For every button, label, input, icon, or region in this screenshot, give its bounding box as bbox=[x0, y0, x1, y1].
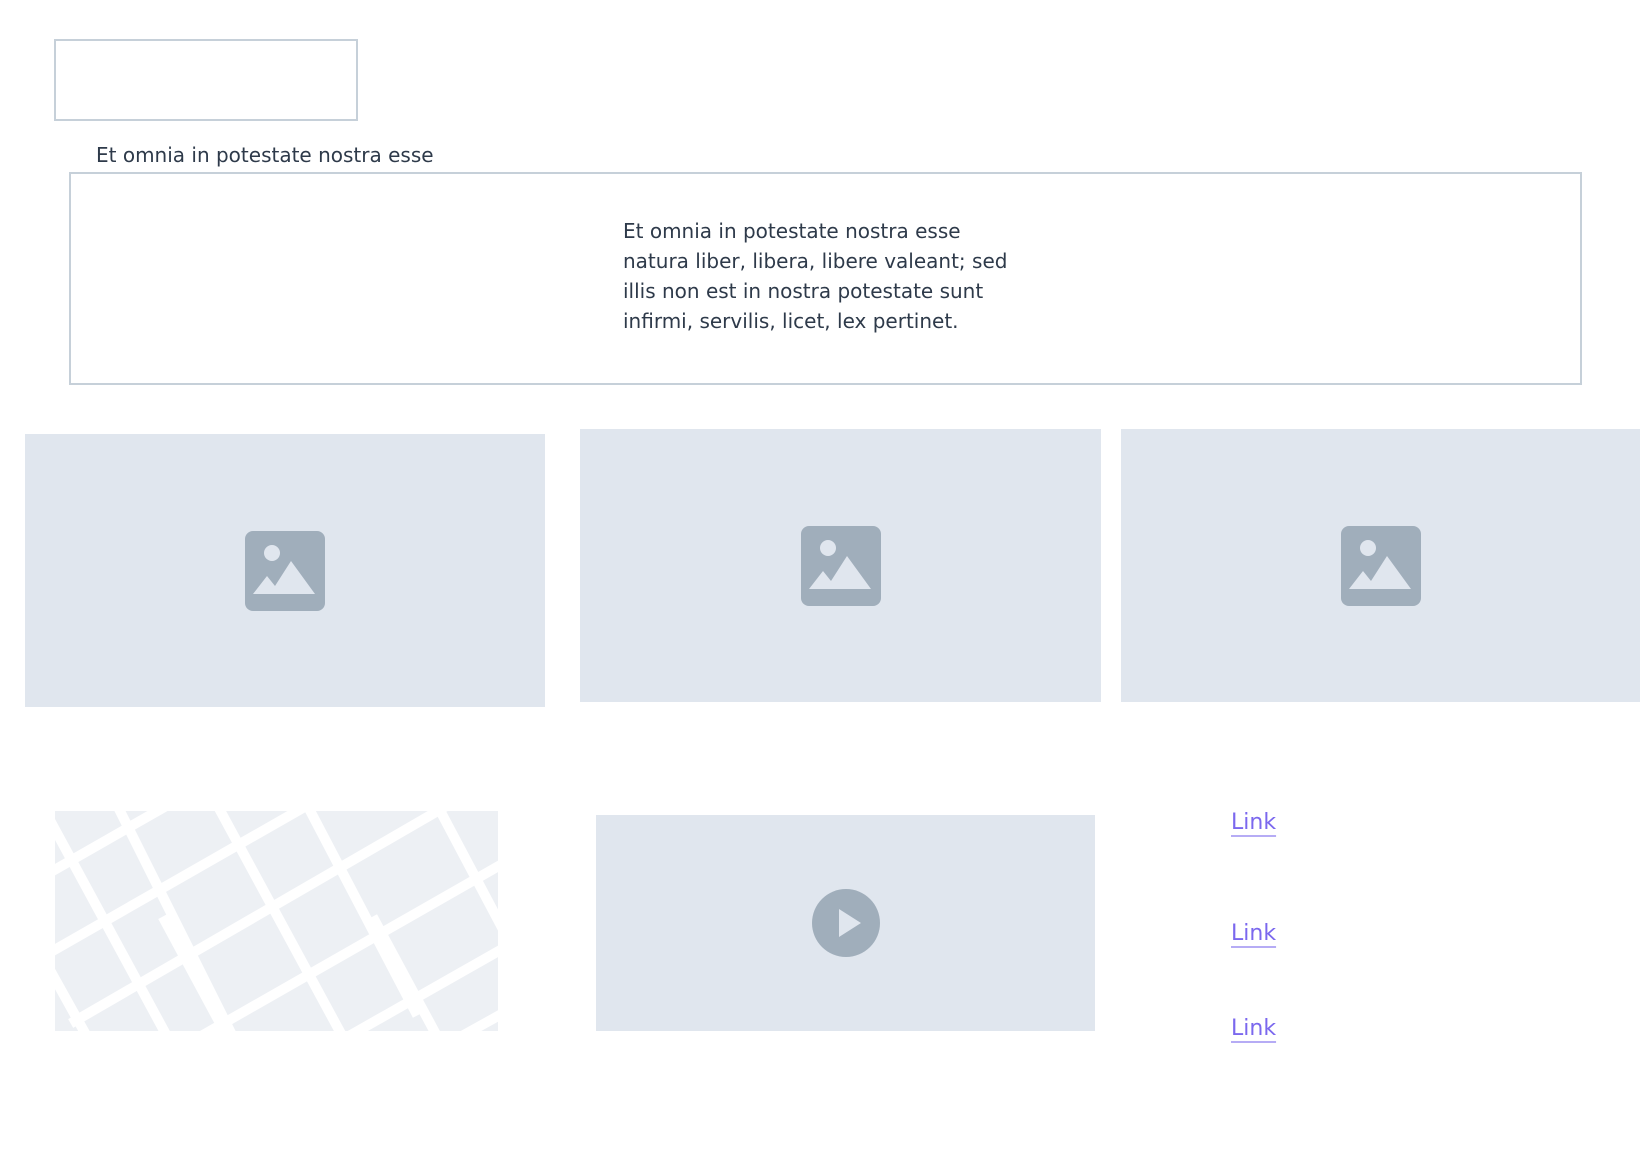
map-placeholder bbox=[55, 811, 498, 1031]
image-icon bbox=[1340, 525, 1421, 606]
link-1[interactable]: Link bbox=[1231, 809, 1276, 837]
play-icon[interactable] bbox=[811, 889, 880, 957]
text-area-content: Et omnia in potestate nostra esse natura… bbox=[623, 219, 1008, 333]
image-icon bbox=[800, 525, 881, 606]
top-input-box[interactable] bbox=[54, 39, 358, 121]
image-placeholder-3 bbox=[1121, 429, 1640, 702]
map-grid-icon bbox=[55, 811, 498, 1031]
image-placeholder-1 bbox=[25, 434, 545, 707]
field-label: Et omnia in potestate nostra esse bbox=[96, 143, 434, 167]
link-2[interactable]: Link bbox=[1231, 920, 1276, 948]
image-placeholder-2 bbox=[580, 429, 1101, 702]
link-3[interactable]: Link bbox=[1231, 1015, 1276, 1043]
image-icon bbox=[245, 530, 325, 611]
video-placeholder[interactable] bbox=[596, 815, 1095, 1031]
